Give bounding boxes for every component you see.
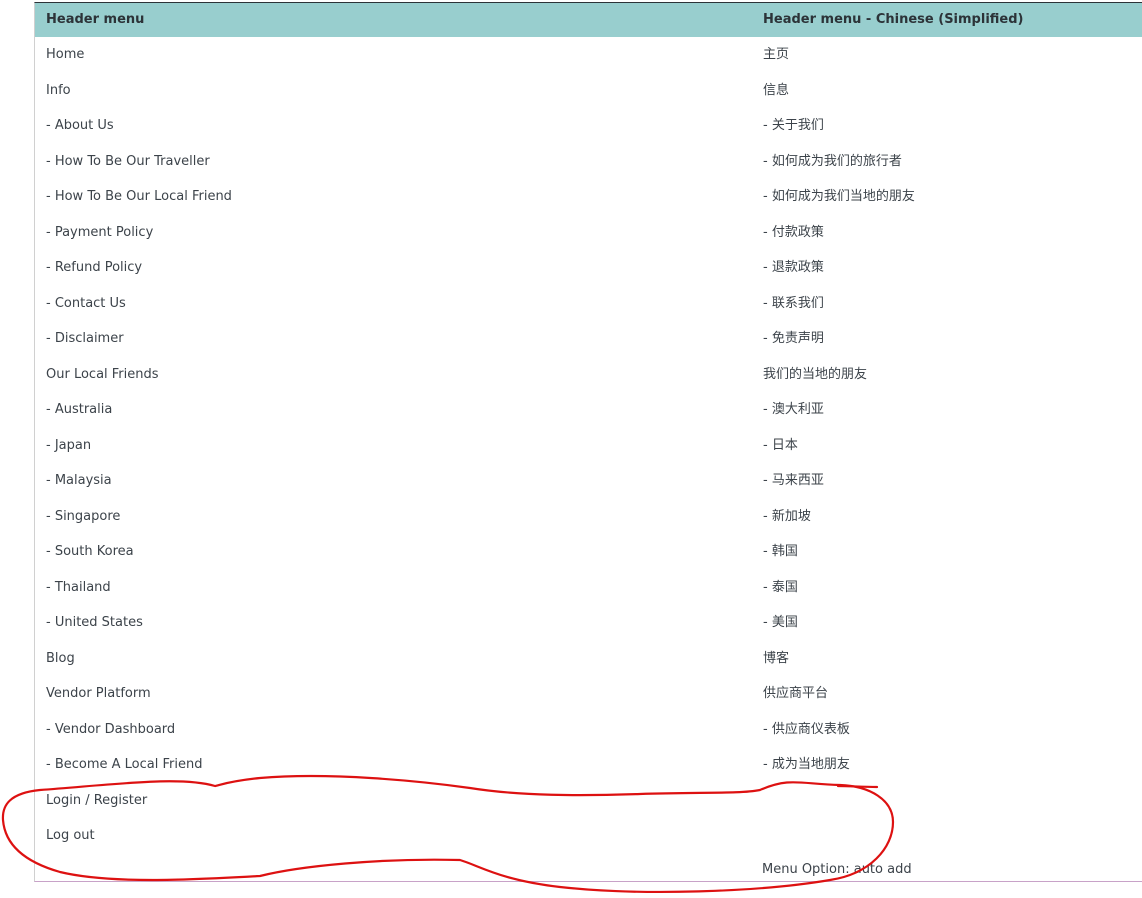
table-row: Vendor Platform 供应商平台 (35, 676, 1142, 712)
table-row: - Malaysia - 马来西亚 (35, 463, 1142, 499)
menu-item-translation: - 付款政策 (763, 224, 824, 240)
table-row: - Australia - 澳大利亚 (35, 392, 1142, 428)
menu-item-label: Blog (46, 650, 75, 666)
table-row: - South Korea - 韩国 (35, 534, 1142, 570)
table-row: - Become A Local Friend - 成为当地朋友 (35, 747, 1142, 783)
menu-item-label: - Vendor Dashboard (46, 721, 176, 737)
table-body: Home 主页 Info 信息 - About Us - 关于我们 - How To Be … (35, 37, 1142, 854)
table-row: Log out (35, 818, 1142, 854)
table-row: - United States - 美国 (35, 605, 1142, 641)
table-row: - How To Be Our Local Friend - 如何成为我们当地的朋… (35, 179, 1142, 215)
table-row: Login / Register (35, 783, 1142, 819)
menu-item-label: Home (46, 47, 85, 62)
table-row: Info 信息 (35, 73, 1142, 109)
menu-item-translation: - 免责声明 (763, 331, 824, 346)
menu-item-translation: - 关于我们 (763, 118, 824, 133)
translation-page: Header menu Header menu - Chinese (Simpl… (0, 0, 1142, 898)
menu-item-translation: - 美国 (763, 615, 798, 630)
table-row: - Contact Us - 联系我们 (35, 286, 1142, 322)
table-row: - Singapore - 新加坡 (35, 499, 1142, 535)
menu-item-label: - Malaysia (46, 473, 112, 488)
menu-item-label: - How To Be Our Traveller (46, 153, 210, 169)
menu-item-label: - Become A Local Friend (46, 757, 203, 772)
menu-item-translation: 主页 (763, 47, 790, 62)
menu-item-translation: 博客 (763, 650, 790, 666)
menu-item-translation: - 泰国 (763, 579, 798, 595)
table-row: - Refund Policy - 退款政策 (35, 250, 1142, 286)
table-header: Header menu Header menu - Chinese (Simpl… (35, 3, 1142, 37)
menu-item-translation: - 澳大利亚 (763, 402, 824, 417)
menu-item-label: - Australia (46, 402, 113, 417)
menu-item-label: - Disclaimer (46, 331, 124, 346)
menu-item-label: - How To Be Our Local Friend (46, 189, 232, 204)
table-row: - Japan - 日本 (35, 428, 1142, 464)
page-gutter (0, 0, 26, 898)
menu-item-label: Log out (46, 828, 95, 843)
menu-item-label: Our Local Friends (46, 366, 159, 382)
menu-item-label: - Contact Us (46, 295, 126, 311)
table-row: Our Local Friends 我们的当地的朋友 (35, 357, 1142, 393)
table-row: - About Us - 关于我们 (35, 108, 1142, 144)
table-row: - Disclaimer - 免责声明 (35, 321, 1142, 357)
menu-item-translation: - 供应商仪表板 (763, 721, 850, 737)
menu-item-label: Login / Register (46, 792, 148, 808)
menu-option-label: Menu Option: auto add (762, 862, 912, 877)
menu-item-label: - Payment Policy (46, 224, 154, 240)
table-row: - Thailand - 泰国 (35, 570, 1142, 606)
menu-item-translation: 供应商平台 (763, 686, 829, 701)
table-row: - How To Be Our Traveller - 如何成为我们的旅行者 (35, 144, 1142, 180)
menu-translation-table: Header menu Header menu - Chinese (Simpl… (34, 2, 1142, 882)
table-row: Blog 博客 (35, 641, 1142, 677)
menu-item-label: - South Korea (46, 544, 134, 559)
menu-item-translation: - 马来西亚 (763, 473, 824, 488)
table-row: - Payment Policy - 付款政策 (35, 215, 1142, 251)
menu-item-translation: - 新加坡 (763, 508, 811, 524)
menu-item-translation: - 联系我们 (763, 295, 824, 311)
menu-item-label: - Refund Policy (46, 260, 143, 275)
menu-item-label: - Japan (46, 437, 92, 453)
header-menu-column-title: Header menu (46, 12, 145, 27)
menu-item-translation: - 如何成为我们当地的朋友 (763, 189, 915, 204)
menu-item-translation: - 日本 (763, 437, 798, 453)
menu-item-label: - About Us (46, 118, 114, 133)
menu-item-label: - United States (46, 615, 143, 630)
table-row: - Vendor Dashboard - 供应商仪表板 (35, 712, 1142, 748)
menu-item-label: - Singapore (46, 508, 121, 524)
menu-item-label: Vendor Platform (46, 686, 151, 701)
menu-item-label: - Thailand (46, 579, 111, 595)
menu-item-label: Info (46, 82, 71, 98)
menu-item-translation: 信息 (763, 82, 790, 98)
table-row: Home 主页 (35, 37, 1142, 73)
menu-item-translation: - 成为当地朋友 (763, 757, 850, 772)
menu-item-translation: - 退款政策 (763, 260, 824, 275)
header-menu-chinese-column-title: Header menu - Chinese (Simplified) (763, 12, 1024, 27)
menu-item-translation: - 韩国 (763, 544, 798, 559)
menu-item-translation: - 如何成为我们的旅行者 (763, 153, 902, 169)
menu-item-translation: 我们的当地的朋友 (763, 366, 868, 382)
